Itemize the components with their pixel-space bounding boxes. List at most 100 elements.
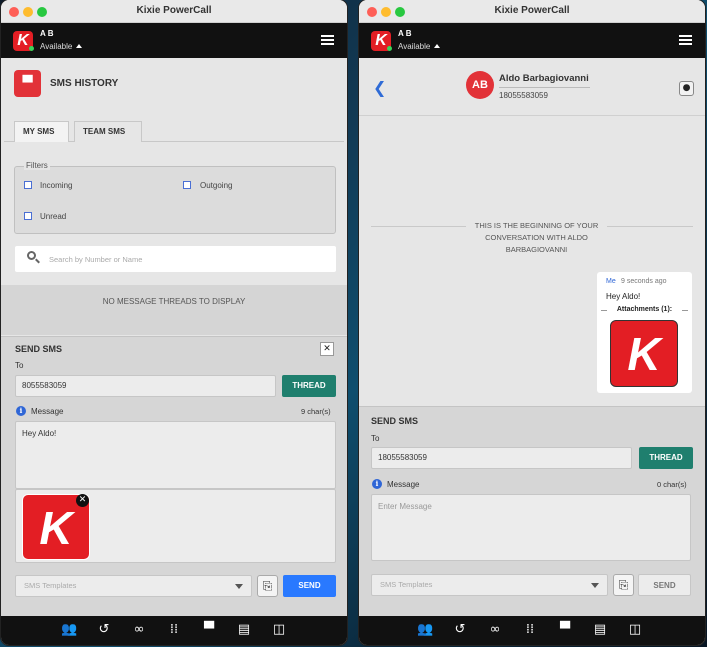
page-title: SMS HISTORY (50, 78, 119, 89)
search-placeholder: Search by Number or Name (49, 255, 143, 264)
history-icon[interactable]: ↺ (452, 622, 468, 638)
chat-icon[interactable]: ▤ (592, 622, 608, 638)
to-input[interactable]: 18055583059 (371, 447, 632, 469)
sms-templates-select[interactable]: SMS Templates (371, 574, 608, 596)
contact-number: 18055583059 (499, 91, 548, 100)
window-sms-history: Kixie PowerCall K A B Available ▀ SMS HI… (1, 0, 347, 645)
tab-team-sms[interactable]: TEAM SMS (74, 121, 142, 142)
unread-label: Unread (40, 212, 67, 221)
message-textarea[interactable]: Hey Aldo! (15, 421, 336, 489)
menu-icon[interactable] (679, 35, 692, 45)
contact-name-underline (499, 87, 590, 88)
info-icon: i (372, 479, 382, 489)
filters-group: Filters Incoming Outgoing Unread (14, 161, 336, 234)
message-sender: Me (606, 278, 616, 285)
message-attachment-image[interactable]: K (610, 320, 678, 387)
contact-name[interactable]: Aldo Barbagiovanni (499, 73, 589, 84)
window-conversation: Kixie PowerCall K A B Available ❮ AB Ald… (359, 0, 705, 645)
unread-checkbox[interactable] (24, 212, 32, 220)
sms-icon[interactable]: ▀ (557, 622, 573, 638)
window-title: Kixie PowerCall (136, 5, 212, 16)
history-icon[interactable]: ↺ (96, 622, 112, 638)
send-sms-panel: SEND SMS ✕ To 8055583059 THREAD i Messag… (1, 336, 347, 616)
status-label: Available (40, 42, 73, 51)
sms-icon[interactable]: ▀ (201, 622, 217, 638)
bottom-nav: 👥 ↺ ∞ ⁞⁞ ▀ ▤ ◫ (1, 616, 347, 645)
message-placeholder: Enter Message (378, 502, 432, 511)
empty-threads-message: NO MESSAGE THREADS TO DISPLAY (102, 297, 246, 306)
back-chevron-icon[interactable]: ❮ (373, 78, 386, 97)
status-dot (387, 46, 392, 51)
send-sms-title: SEND SMS (371, 416, 419, 426)
menu-icon[interactable] (321, 35, 334, 45)
send-button[interactable]: SEND (283, 575, 336, 597)
status-selector[interactable]: Available (40, 42, 83, 51)
attachment-divider-right (682, 310, 688, 311)
attach-file-button[interactable]: ⎘ (613, 574, 634, 596)
panel-icon[interactable]: ◫ (271, 622, 287, 638)
conversation-thread: THIS IS THE BEGINNING OF YOUR CONVERSATI… (359, 117, 705, 406)
outgoing-checkbox[interactable] (183, 181, 191, 189)
remove-attachment-icon[interactable]: ✕ (76, 494, 89, 507)
caret-up-icon (76, 44, 83, 48)
conversation-start-text: THIS IS THE BEGINNING OF YOUR CONVERSATI… (474, 221, 599, 254)
search-input[interactable]: Search by Number or Name (15, 246, 336, 272)
to-input[interactable]: 8055583059 (15, 375, 276, 397)
paperclip-icon: ⎘ (618, 578, 629, 592)
divider-right (607, 226, 693, 227)
status-dot (29, 46, 34, 51)
voicemail-icon[interactable]: ∞ (131, 622, 147, 638)
message-label: Message (31, 407, 64, 416)
window-title: Kixie PowerCall (494, 5, 570, 16)
title-bar: Kixie PowerCall (1, 0, 347, 23)
attachments-area: K ✕ (15, 489, 336, 563)
paperclip-icon: ⎘ (262, 579, 273, 593)
send-button[interactable]: SEND (638, 574, 691, 596)
char-count: 0 char(s) (657, 480, 687, 489)
person-icon: ● (682, 83, 691, 93)
message-bubble: Me 9 seconds ago Hey Aldo! Attachments (… (597, 272, 692, 393)
char-count: 9 char(s) (301, 407, 331, 416)
info-icon: i (16, 406, 26, 416)
message-text: Hey Aldo! (22, 429, 57, 438)
incoming-checkbox[interactable] (24, 181, 32, 189)
chevron-down-icon (591, 583, 599, 588)
outgoing-label: Outgoing (200, 181, 233, 190)
chat-icon[interactable]: ▤ (236, 622, 252, 638)
threads-list: NO MESSAGE THREADS TO DISPLAY (1, 285, 347, 335)
to-label: To (15, 361, 24, 370)
contacts-icon[interactable]: 👥 (417, 622, 433, 638)
tab-my-sms[interactable]: MY SMS (14, 121, 69, 142)
status-label: Available (398, 42, 431, 51)
incoming-label: Incoming (40, 181, 73, 190)
to-label: To (371, 434, 380, 443)
contact-profile-button[interactable]: ● (679, 81, 694, 96)
user-name: A B (398, 29, 412, 38)
send-sms-panel: SEND SMS To 18055583059 THREAD i Message… (359, 406, 705, 616)
contacts-icon[interactable]: 👥 (61, 622, 77, 638)
bottom-nav: 👥 ↺ ∞ ⁞⁞ ▀ ▤ ◫ (359, 616, 705, 645)
close-send-panel-button[interactable]: ✕ (320, 342, 334, 356)
attachments-label: Attachments (1): (616, 306, 673, 313)
panel-icon[interactable]: ◫ (627, 622, 643, 638)
chevron-down-icon (235, 584, 243, 589)
templates-placeholder: SMS Templates (380, 580, 433, 589)
conversation-header: ❮ AB Aldo Barbagiovanni 18055583059 ● (359, 58, 705, 116)
app-header: K A B Available (359, 23, 705, 58)
status-selector[interactable]: Available (398, 42, 441, 51)
send-sms-title: SEND SMS (15, 344, 63, 354)
dialpad-icon[interactable]: ⁞⁞ (522, 622, 538, 638)
divider-left (371, 226, 466, 227)
thread-button[interactable]: THREAD (282, 375, 336, 397)
user-name: A B (40, 29, 54, 38)
message-time: 9 seconds ago (621, 278, 667, 285)
voicemail-icon[interactable]: ∞ (487, 622, 503, 638)
dialpad-icon[interactable]: ⁞⁞ (166, 622, 182, 638)
sms-templates-select[interactable]: SMS Templates (15, 575, 252, 597)
title-bar: Kixie PowerCall (359, 0, 705, 23)
filters-legend: Filters (24, 161, 50, 170)
avatar: AB (466, 71, 494, 99)
thread-button[interactable]: THREAD (639, 447, 693, 469)
message-textarea[interactable]: Enter Message (371, 494, 691, 561)
attach-file-button[interactable]: ⎘ (257, 575, 278, 597)
